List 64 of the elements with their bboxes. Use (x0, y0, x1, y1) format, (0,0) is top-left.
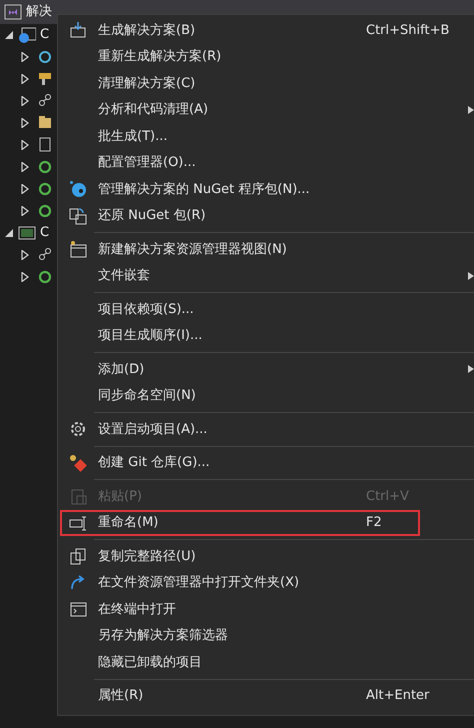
collapsed-arrow-icon[interactable] (20, 96, 30, 106)
shortcut-text: F2 (366, 514, 383, 532)
menu-item[interactable]: 另存为解决方案筛选器 (58, 622, 474, 649)
file-icon (38, 137, 52, 153)
restore-icon (69, 206, 87, 225)
git-icon (69, 454, 87, 472)
paste-icon (69, 487, 87, 506)
shortcut-text: Alt+Enter (366, 687, 430, 705)
csharp-file-icon (38, 269, 52, 285)
link-icon (38, 247, 52, 263)
collapsed-arrow-icon[interactable] (20, 250, 30, 260)
menu-item[interactable]: 清理解决方案(C) (58, 70, 474, 96)
rename-icon (69, 514, 87, 532)
curved-arrow-icon (69, 574, 87, 592)
solution-title[interactable]: 解决 (26, 2, 52, 22)
menu-item[interactable]: 分析和代码清理(A) (58, 96, 474, 123)
csharp-file-icon (38, 203, 52, 219)
menu-item[interactable]: 复制完整路径(U) (58, 543, 474, 570)
csharp-file-icon (38, 181, 52, 197)
menu-item[interactable]: 还原 NuGet 包(R) (58, 202, 474, 229)
menu-item[interactable]: 重命名(M) F2 (58, 510, 474, 536)
project-label[interactable]: C (40, 25, 50, 45)
menu-item[interactable]: 文件嵌套 (58, 262, 474, 289)
folder-icon (38, 115, 52, 131)
csharp-project-icon (18, 224, 36, 242)
copy-icon (69, 547, 87, 566)
menu-item[interactable]: 管理解决方案的 NuGet 程序包(N)... (58, 176, 474, 202)
shortcut-text: Ctrl+Shift+B (366, 22, 450, 40)
menu-item[interactable]: 项目依赖项(S)... (58, 296, 474, 322)
menu-item[interactable]: 在文件资源管理器中打开文件夹(X) (58, 570, 474, 596)
collapsed-arrow-icon[interactable] (20, 162, 30, 172)
build-icon (69, 21, 87, 40)
menu-item[interactable]: 属性(R) Alt+Enter (58, 682, 474, 709)
collapsed-arrow-icon[interactable] (20, 206, 30, 216)
solution-icon (4, 3, 22, 21)
window-icon (69, 240, 87, 258)
menu-item[interactable]: 项目生成顺序(I)... (58, 322, 474, 349)
terminal-icon (69, 600, 87, 618)
expanded-arrow-icon[interactable] (4, 30, 14, 40)
shortcut-text: Ctrl+V (366, 488, 410, 506)
project-label[interactable]: C (40, 223, 50, 243)
menu-item[interactable]: 生成解决方案(B) Ctrl+Shift+B (58, 17, 474, 44)
expanded-arrow-icon[interactable] (4, 228, 14, 238)
link-icon (38, 93, 52, 109)
menu-item[interactable]: 同步命名空间(N) (58, 382, 474, 409)
collapsed-arrow-icon[interactable] (20, 184, 30, 194)
collapsed-arrow-icon[interactable] (20, 74, 30, 84)
menu-item[interactable]: 设置启动项目(A)... (58, 416, 474, 442)
settings-icon (69, 420, 87, 438)
collapsed-arrow-icon[interactable] (20, 52, 30, 62)
menu-item[interactable]: 隐藏已卸载的项目 (58, 649, 474, 676)
csharp-file-icon (38, 159, 52, 175)
menu-item[interactable]: 在终端中打开 (58, 596, 474, 622)
collapsed-arrow-icon[interactable] (20, 118, 30, 128)
package-icon (69, 180, 87, 198)
menu-item[interactable]: 配置管理器(O)... (58, 150, 474, 176)
menu-item[interactable]: 重新生成解决方案(R) (58, 44, 474, 70)
collapsed-arrow-icon[interactable] (20, 272, 30, 282)
menu-item[interactable]: 创建 Git 仓库(G)... (58, 450, 474, 476)
web-project-icon (18, 26, 36, 44)
collapsed-arrow-icon[interactable] (20, 140, 30, 150)
menu-item[interactable]: 新建解决方案资源管理器视图(N) (58, 236, 474, 262)
menu-item[interactable]: 添加(D) (58, 356, 474, 382)
menu-item[interactable]: 批生成(T)... (58, 123, 474, 150)
